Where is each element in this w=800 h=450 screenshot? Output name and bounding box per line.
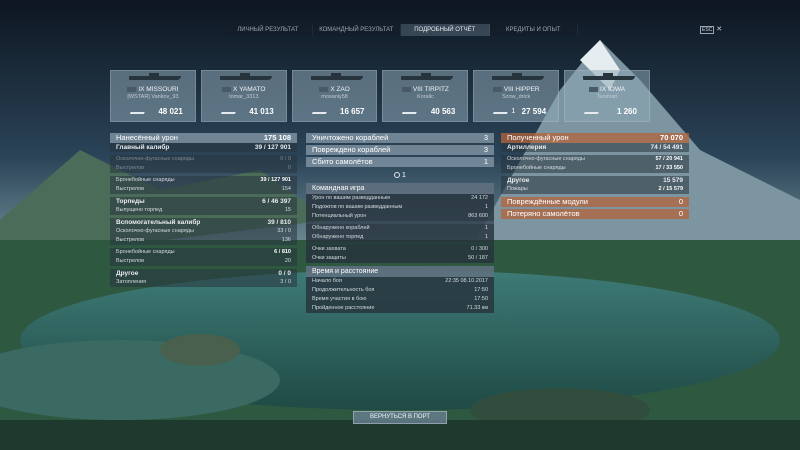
team-row: Подожгов по вашим разведданным 1 xyxy=(306,203,494,212)
tab-credits-xp[interactable]: КРЕДИТЫ И ОПЫТ xyxy=(490,24,578,36)
team-play-header: Командная игра xyxy=(306,183,494,194)
ship-name: VIII HIPPER xyxy=(503,86,540,93)
player-name: mosaniy58 xyxy=(321,94,348,100)
ship-cards: IX MISSOURI [WSTAR] Vankov_93 48 021 X Y… xyxy=(110,70,650,122)
ap-received-row: Бронебойные снаряды 17 / 33 550 xyxy=(501,164,689,173)
he-secondary-shots-row: Выстрелов 136 xyxy=(110,236,297,245)
secondary-row: Вспомогательный калибр 39 / 810 xyxy=(110,218,297,227)
ship-card[interactable]: X ZAO mosaniy58 16 657 xyxy=(291,70,378,122)
esc-key-hint: ESC xyxy=(700,26,715,34)
ship-damage: 16 657 xyxy=(340,107,365,116)
ship-silhouette-icon xyxy=(401,73,454,80)
flag-icon xyxy=(319,86,329,92)
ship-card[interactable]: X YAMATO tomar_3313 41 013 xyxy=(200,70,287,122)
ap-main-row: Бронебойные снаряды 39 / 127 901 xyxy=(110,176,297,185)
ship-silhouette-icon xyxy=(492,73,545,80)
tab-bar: ЛИЧНЫЙ РЕЗУЛЬТАТ КОМАНДНЫЙ РЕЗУЛЬТАТ ПОД… xyxy=(224,24,578,36)
ship-damage: 1 260 xyxy=(616,107,637,116)
player-name: [WSTAR] Vankov_93 xyxy=(127,94,179,100)
tab-team-result[interactable]: КОМАНДНЫЙ РЕЗУЛЬТАТ xyxy=(313,24,401,36)
ship-name: VIII TIRPITZ xyxy=(412,86,449,93)
he-main-row: Осколочно-фугасные снаряды 0 / 0 xyxy=(110,155,297,164)
kill-count: 1 xyxy=(511,108,516,115)
team-row: Очки защиты 50 / 187 xyxy=(306,254,494,263)
artillery-row: Артиллерия 74 / 54 491 xyxy=(501,143,689,152)
time-row: Продолжительность боя 17:50 xyxy=(306,286,494,295)
fires-row: Пожары 2 / 15 579 xyxy=(501,185,689,194)
ship-silhouette-icon xyxy=(583,73,636,80)
ship-damage: 48 021 xyxy=(158,107,183,116)
received-damage-panel: Полученный урон 70 070 Артиллерия 74 / 54 … xyxy=(501,133,689,219)
ship-kill-icon xyxy=(583,108,601,114)
he-main-shots-row: Выстрелов 0 xyxy=(110,164,297,173)
tab-personal-result[interactable]: ЛИЧНЫЙ РЕЗУЛЬТАТ xyxy=(224,24,313,36)
ship-kill-icon xyxy=(220,108,237,114)
ship-card[interactable]: IX IOWA Tanimari 1 260 xyxy=(564,70,650,122)
ship-name: X ZAO xyxy=(330,86,350,93)
planes-lost-row: Потеряно самолётов 0 xyxy=(501,209,689,219)
plane-icon xyxy=(394,172,401,179)
ship-kill-icon xyxy=(402,108,419,114)
player-name: tomar_3313 xyxy=(229,94,259,100)
time-row: Время участия в бою 17:50 xyxy=(306,295,494,304)
combat-stats-panel: Уничтожено кораблей 3 Повреждено кораблей… xyxy=(306,133,494,313)
flooding-row: Затопления 3 / 0 xyxy=(110,278,297,287)
he-secondary-row: Осколочно-фугасные снаряды 33 / 0 xyxy=(110,227,297,236)
ap-main-shots-row: Выстрелов 154 xyxy=(110,185,297,194)
ap-secondary-row: Бронебойные снаряды 6 / 810 xyxy=(110,248,297,257)
team-row: Обнаружено торпед 1 xyxy=(306,233,494,242)
time-distance-header: Время и расстояние xyxy=(306,266,494,277)
player-name: Koralic xyxy=(416,94,434,100)
flag-icon xyxy=(589,86,599,92)
ships-damaged-row: Повреждено кораблей 3 xyxy=(306,145,494,155)
dealt-damage-panel: Нанесённый урон 175 108 Главный калибр 39 … xyxy=(110,133,297,287)
return-to-port-button[interactable]: ВЕРНУТЬСЯ В ПОРТ xyxy=(353,411,447,424)
ship-damage: 40 563 xyxy=(430,107,456,116)
ship-silhouette-icon xyxy=(219,73,272,80)
flag-icon xyxy=(127,86,137,92)
dealt-damage-header: Нанесённый урон 175 108 xyxy=(110,133,297,143)
ship-card[interactable]: VIII TIRPITZ Koralic 40 563 xyxy=(382,70,469,122)
damaged-modules-row: Повреждённые модули 0 xyxy=(501,197,689,207)
ships-destroyed-row: Уничтожено кораблей 3 xyxy=(306,133,494,143)
player-name: Szow_drick xyxy=(502,94,531,100)
ship-card[interactable]: VIII HIPPER Szow_drick 1 27 594 xyxy=(473,70,560,122)
planes-shot-row: Сбито самолётов 1 xyxy=(306,157,494,167)
ship-kill-icon xyxy=(493,108,510,114)
ship-damage: 27 594 xyxy=(521,107,547,116)
close-icon: ✕ xyxy=(716,26,723,33)
ship-name: X YAMATO xyxy=(233,86,266,93)
ship-card[interactable]: IX MISSOURI [WSTAR] Vankov_93 48 021 xyxy=(110,70,196,122)
torpedoes-launched-row: Выпущено торпед 15 xyxy=(110,206,297,215)
received-damage-header: Полученный урон 70 070 xyxy=(501,133,689,143)
close-button[interactable]: ESC ✕ xyxy=(700,25,722,34)
tab-detailed-report[interactable]: ПОДРОБНЫЙ ОТЧЁТ xyxy=(401,24,490,36)
team-row: Урон по вашим разведданным 24 172 xyxy=(306,194,494,203)
team-row: Потенциальный урон 863 600 xyxy=(306,212,494,221)
other-received-row: Другое 15 579 xyxy=(501,176,689,185)
team-row: Очки захвата 0 / 300 xyxy=(306,245,494,254)
team-row: Обнаружено кораблей 1 xyxy=(306,224,494,233)
main-caliber-row: Главный калибр 39 / 127 901 xyxy=(110,143,297,152)
player-name: Tanimari xyxy=(596,94,618,100)
ship-silhouette-icon xyxy=(129,73,181,80)
ship-name: IX IOWA xyxy=(600,86,626,93)
other-damage-row: Другое 0 / 0 xyxy=(110,269,297,278)
he-received-row: Осколочно-фугасные снаряды 57 / 20 941 xyxy=(501,155,689,164)
ship-name: IX MISSOURI xyxy=(138,86,179,93)
plane-ribbon: 1 xyxy=(306,169,494,183)
time-row: Пройденное расстояние 71.33 км xyxy=(306,304,494,313)
flag-icon xyxy=(401,86,411,92)
ship-damage: 41 013 xyxy=(249,107,274,116)
torpedoes-row: Торпеды 6 / 46 397 xyxy=(110,197,297,206)
flag-icon xyxy=(222,86,232,92)
ap-secondary-shots-row: Выстрелов 20 xyxy=(110,257,297,266)
ship-kill-icon xyxy=(311,108,328,114)
ship-kill-icon xyxy=(129,108,147,114)
flag-icon xyxy=(492,86,502,92)
ship-silhouette-icon xyxy=(310,73,363,80)
time-row: Начало боя 22:35 08.10.2017 xyxy=(306,277,494,286)
